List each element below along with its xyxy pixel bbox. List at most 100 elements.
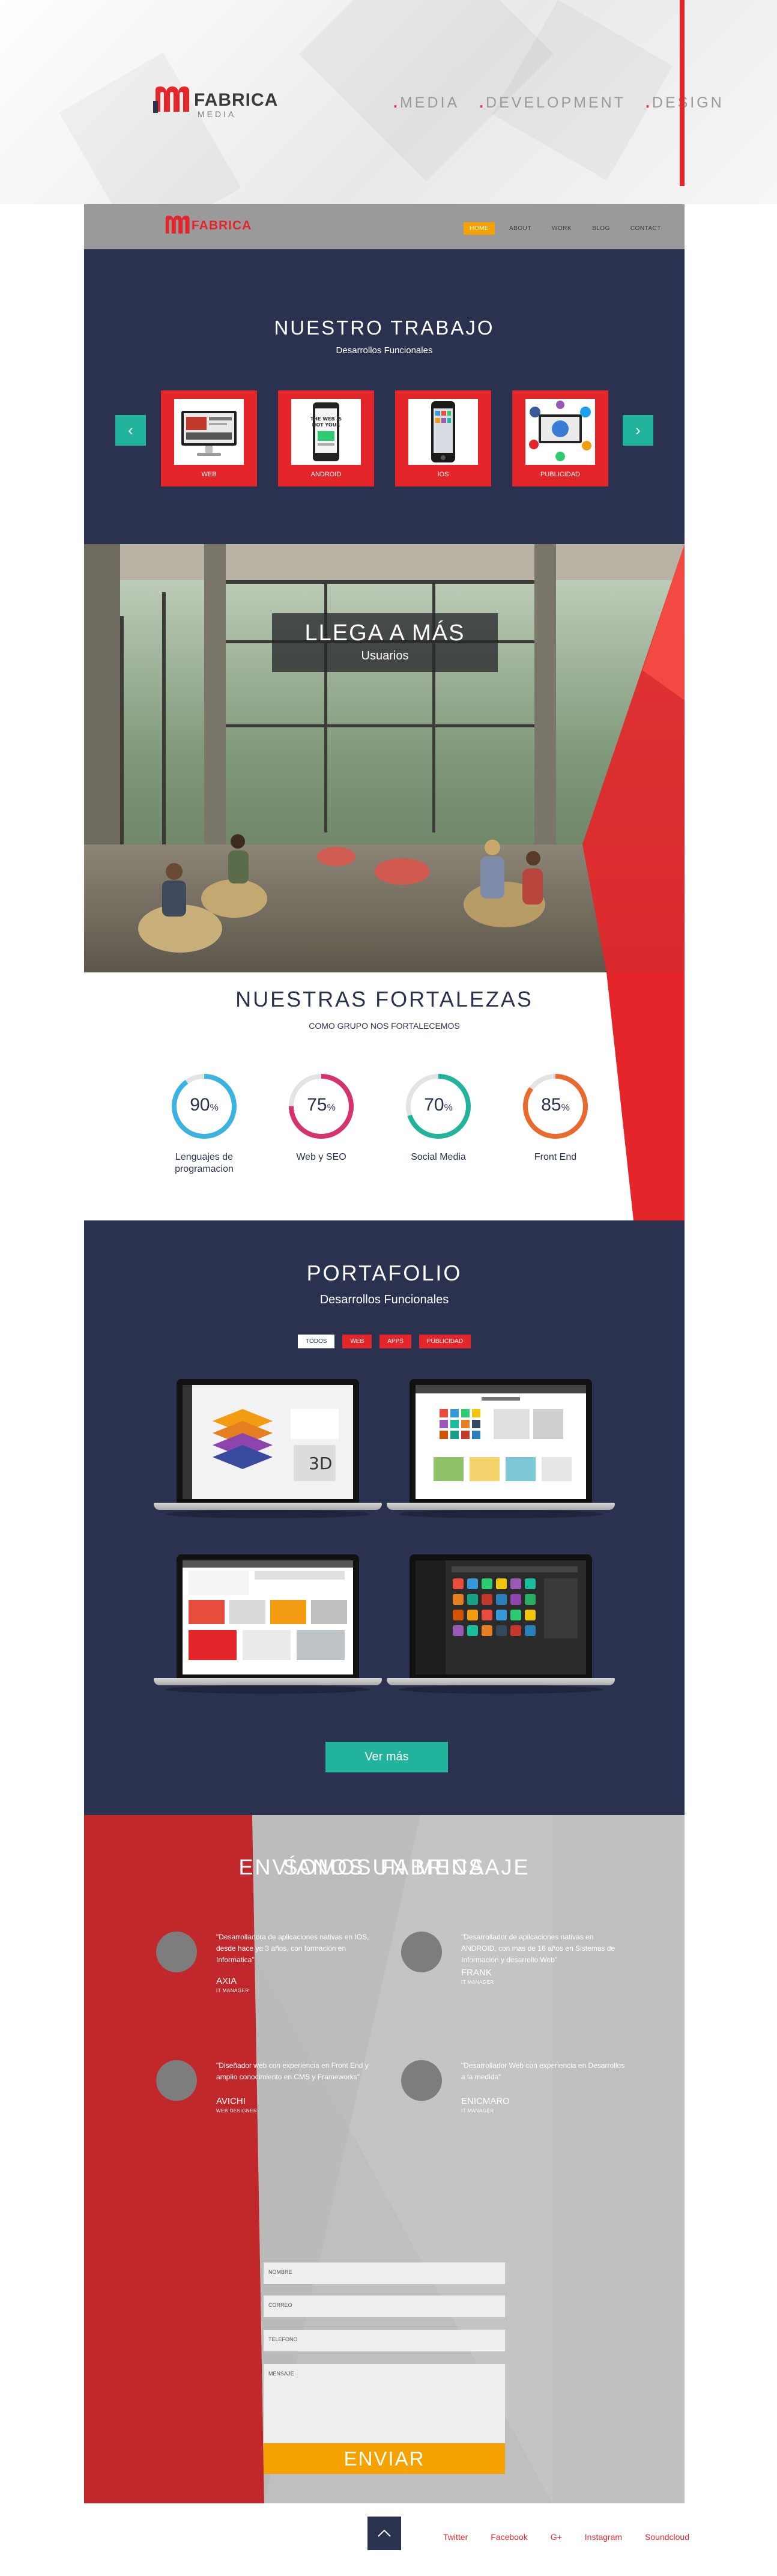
work-section: NUESTRO TRABAJO Desarrollos Funcionales …: [84, 249, 685, 544]
strength-value: 85: [541, 1095, 561, 1115]
portfolio-section: PORTAFOLIO Desarrollos Funcionales TODOS…: [84, 1220, 685, 1815]
svg-text:NOT YOUR: NOT YOUR: [312, 422, 340, 428]
brand-logo[interactable]: FABRICA MEDIA: [153, 83, 285, 125]
strength-stat: 85% Front End: [507, 1072, 603, 1163]
strength-unit: %: [444, 1103, 453, 1113]
carousel-prev-button[interactable]: ‹: [115, 415, 146, 446]
nav-logo[interactable]: FABRICA: [164, 214, 260, 241]
carousel-next-button[interactable]: ›: [623, 415, 653, 446]
fabrica-logo-icon: [165, 216, 190, 234]
portfolio-filters: TODOS WEB APPS PUBLICIDAD: [84, 1335, 685, 1348]
team-member: "Desarrollador de aplicaciones nativas e…: [401, 1932, 629, 2016]
strength-label: Lenguajes de programacion: [175, 1152, 234, 1174]
strength-unit: %: [210, 1103, 219, 1113]
laptop-screen: [177, 1554, 359, 1678]
strength-unit: %: [327, 1103, 336, 1113]
strength-unit: %: [561, 1103, 570, 1113]
nav-brand-name: FABRICA: [192, 219, 252, 232]
strength-percent: 75%: [273, 1095, 369, 1115]
strength-label: Front End: [534, 1152, 577, 1162]
nav-item-work[interactable]: WORK: [546, 222, 578, 235]
nav-item-blog[interactable]: BLOG: [586, 222, 616, 235]
project-screenshot: [416, 1385, 586, 1499]
strength-stat: 75% Web y SEO: [273, 1072, 369, 1163]
strength-label: Social Media: [411, 1152, 466, 1162]
strengths-title: NUESTRAS FORTALEZAS: [235, 987, 533, 1011]
team-member: "Desarrolladora de aplicaciones nativas …: [156, 1932, 384, 2016]
strength-percent: 85%: [507, 1095, 603, 1115]
tagline-design: DESIGN: [645, 94, 724, 111]
nav-item-about[interactable]: ABOUT: [503, 222, 537, 235]
member-role: IT MANAGER: [216, 1988, 249, 1993]
portfolio-item[interactable]: [387, 1379, 615, 1520]
laptop-base: [154, 1503, 382, 1510]
work-card-publicidad[interactable]: PUBLICIDAD: [512, 390, 608, 486]
social-link-soundcloud[interactable]: Soundcloud: [645, 2532, 689, 2542]
member-name: FRANK: [461, 1968, 492, 1978]
nav-item-contact[interactable]: CONTACT: [624, 222, 667, 235]
social-link-googleplus[interactable]: G+: [551, 2532, 562, 2542]
portfolio-item[interactable]: [387, 1554, 615, 1696]
back-to-top-button[interactable]: [367, 2517, 401, 2550]
laptop-base: [154, 1678, 382, 1685]
laptop-screen: [410, 1379, 592, 1503]
social-link-instagram[interactable]: Instagram: [585, 2532, 622, 2542]
member-avatar: [156, 2060, 197, 2101]
work-card-label: ANDROID: [310, 471, 342, 478]
name-field[interactable]: NOMBRE: [264, 2262, 505, 2284]
footer: Twitter Facebook G+ Instagram Soundcloud: [84, 2503, 689, 2576]
send-button[interactable]: ENVIAR: [264, 2443, 505, 2474]
strengths-section: NUESTRAS FORTALEZAS COMO GRUPO NOS FORTA…: [84, 972, 685, 1220]
social-link-facebook[interactable]: Facebook: [491, 2532, 527, 2542]
member-quote: "Desarrolladora de aplicaciones nativas …: [216, 1933, 369, 1964]
filter-publicidad[interactable]: PUBLICIDAD: [419, 1335, 471, 1348]
team-member: "Desarrollador Web con experiencia en De…: [401, 2060, 629, 2144]
message-field[interactable]: MENSAJE: [264, 2364, 505, 2443]
laptop-shadow: [166, 1510, 370, 1518]
member-name: ENICMARO: [461, 2096, 510, 2106]
students-lounge-photo: [84, 544, 685, 972]
strengths-subtitle: COMO GRUPO NOS FORTALECEMOS: [309, 1021, 460, 1031]
svg-text:THE WEB IS: THE WEB IS: [310, 416, 342, 422]
phone-field[interactable]: TELEFONO: [264, 2330, 505, 2351]
work-card-label: PUBLICIDAD: [540, 471, 581, 478]
see-more-button[interactable]: Ver más: [325, 1742, 448, 1772]
chevron-right-icon: ›: [635, 421, 641, 439]
member-name: AVICHI: [216, 2096, 246, 2106]
member-quote: "Desarrollador de aplicaciones nativas e…: [461, 1933, 615, 1964]
filter-todos[interactable]: TODOS: [298, 1335, 335, 1348]
accent-bar: [680, 0, 685, 186]
project-screenshot: [183, 1560, 353, 1674]
icon-grid-site-thumbnail: [416, 1385, 586, 1499]
tagline-development: DEVELOPMENT: [479, 94, 626, 111]
email-field[interactable]: CORREO: [264, 2296, 505, 2317]
laptop-shadow: [399, 1685, 603, 1694]
arrow-up-icon: [378, 2529, 391, 2537]
work-card-label: WEB: [201, 471, 217, 478]
svg-text:3D: 3D: [309, 1453, 332, 1473]
social-link-twitter[interactable]: Twitter: [443, 2532, 468, 2542]
laptop-screen: [410, 1554, 592, 1678]
member-quote: "Diseñador web con experiencia en Front …: [216, 2061, 369, 2081]
social-network-globe-icon: [525, 399, 595, 465]
member-role: IT MANAGER: [461, 1980, 494, 1985]
strength-label: Web y SEO: [296, 1152, 346, 1162]
nav-item-home[interactable]: HOME: [464, 222, 495, 235]
work-card-android[interactable]: THE WEB IS NOT YOUR ANDROID: [278, 390, 374, 486]
filter-apps[interactable]: APPS: [379, 1335, 411, 1348]
work-card-web[interactable]: WEB: [161, 390, 257, 486]
brand-header: FABRICA MEDIA MEDIA DEVELOPMENT DESIGN: [0, 0, 777, 204]
filter-web[interactable]: WEB: [342, 1335, 372, 1348]
android-phone-icon: THE WEB IS NOT YOUR: [291, 399, 361, 465]
nav-menu: HOME ABOUT WORK BLOG CONTACT: [464, 222, 667, 235]
member-avatar: [401, 2060, 442, 2101]
portfolio-item[interactable]: [154, 1554, 382, 1696]
brand-taglines: MEDIA DEVELOPMENT DESIGN: [393, 94, 737, 112]
strength-value: 90: [190, 1095, 210, 1115]
iphone-icon: [408, 399, 478, 465]
hero-title: LLEGA A MÁS: [304, 620, 465, 646]
portfolio-item[interactable]: 3D: [154, 1379, 382, 1520]
work-card-ios[interactable]: IOS: [395, 390, 491, 486]
project-screenshot: [416, 1560, 586, 1674]
laptop-base: [387, 1678, 615, 1685]
